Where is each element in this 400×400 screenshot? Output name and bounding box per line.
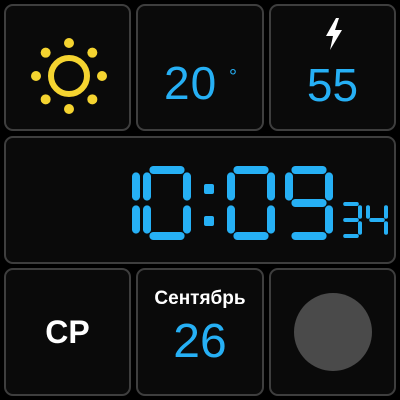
clock-tile[interactable] <box>4 136 396 264</box>
clock-digit-2 <box>143 166 191 240</box>
clock-colon <box>204 184 214 226</box>
weekday-label: СР <box>45 314 90 350</box>
circle-tile[interactable] <box>269 268 396 396</box>
clock-digit-4 <box>285 166 333 240</box>
temperature-value: 20 <box>164 57 218 109</box>
date-tile[interactable]: Сентябрь 26 <box>136 268 264 396</box>
clock-seconds-digit-1 <box>343 202 362 238</box>
sun-icon <box>31 38 107 114</box>
lightning-bolt-icon <box>326 18 342 50</box>
temperature-tile[interactable]: 20 ° <box>136 4 264 131</box>
clock-seconds-digit-2 <box>366 205 388 235</box>
battery-level: 55 <box>306 59 359 111</box>
day-of-month: 26 <box>173 315 227 368</box>
month-label: Сентябрь <box>154 288 246 309</box>
weather-tile[interactable] <box>4 4 131 131</box>
digital-clock <box>132 166 388 240</box>
battery-tile[interactable]: 55 <box>269 4 396 131</box>
clock-digit-3 <box>227 166 275 240</box>
weekday-tile[interactable]: СР <box>4 268 131 396</box>
temperature-unit: ° <box>229 66 237 88</box>
watch-face: 20 ° 55 СР Сентябрь 26 <box>0 0 400 400</box>
circle-icon <box>294 293 372 371</box>
